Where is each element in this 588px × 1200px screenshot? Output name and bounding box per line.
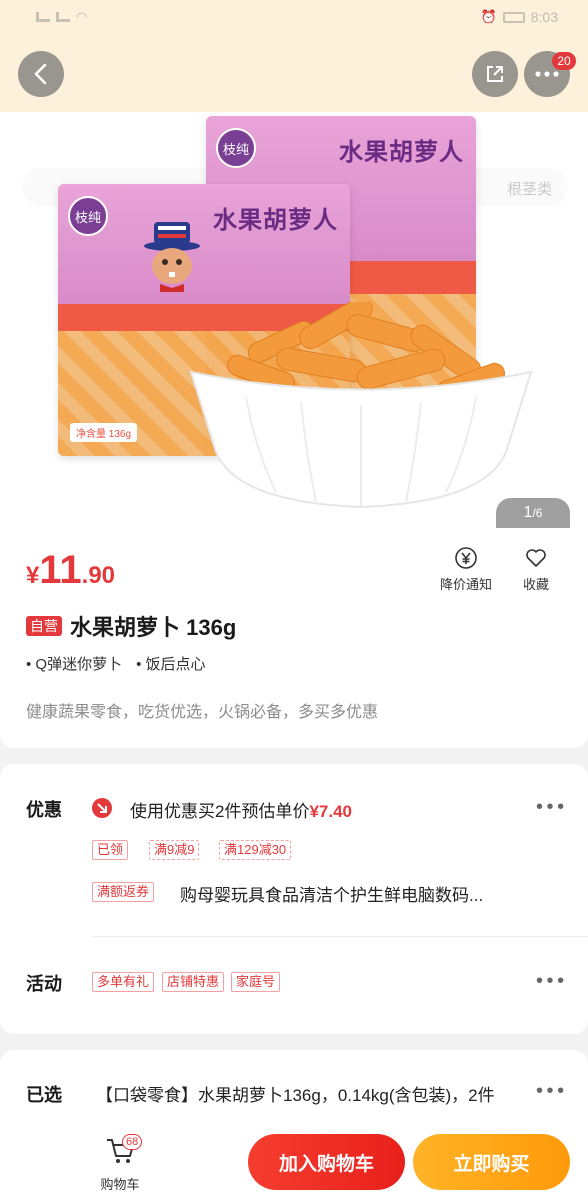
coupon-chip[interactable]: 满129减30 [219, 840, 292, 860]
coupon-chip[interactable]: 满9减9 [149, 840, 200, 860]
brand-logo: 枝纯 [216, 128, 256, 168]
wifi-icon: ◠ [76, 9, 88, 24]
cart-label: 购物车 [100, 1177, 140, 1192]
promo-more-dots[interactable]: • • • [536, 796, 564, 819]
activity-chip[interactable]: 家庭号 [231, 972, 281, 992]
coupon-arrow-icon [92, 798, 112, 818]
product-subtitle: 健康蔬果零食，吃货优选，火锅必备，多买多优惠 [26, 704, 379, 721]
rabbit-mascot-icon [144, 222, 200, 292]
chevron-left-icon [34, 63, 47, 85]
add-to-cart-button[interactable]: 加入购物车 [248, 1134, 405, 1190]
battery-icon [502, 11, 525, 23]
product-price: ¥11.90 [26, 548, 115, 593]
price-integer: 11 [39, 548, 82, 592]
share-button[interactable] [472, 51, 518, 97]
product-title-row: 自营 水果胡萝卜 136g [26, 610, 236, 642]
buy-now-button[interactable]: 立即购买 [413, 1134, 570, 1190]
activity-more-dots[interactable]: • • • [536, 970, 564, 993]
rebate-text[interactable]: 购母婴玩具食品清洁个护生鲜电脑数码... [180, 881, 483, 906]
coupon-estimate[interactable]: 使用优惠买2件预估单价¥7.40 [130, 797, 352, 822]
heart-icon [526, 549, 546, 567]
more-dots-icon [535, 71, 559, 77]
product-tag: • 饭后点心 [136, 656, 206, 673]
status-indicators: ◠ [36, 9, 87, 25]
selected-label: 已选 [26, 1085, 62, 1105]
package-weight: 净含量 136g [70, 423, 138, 442]
price-alert-icon [455, 547, 477, 569]
coupon-chip-claimed[interactable]: 已领 [92, 840, 129, 860]
activity-chip[interactable]: 多单有礼 [92, 972, 155, 992]
promo-label: 优惠 [26, 800, 62, 820]
self-operated-badge: 自营 [26, 616, 62, 636]
coupon-estimate-text: 使用优惠买2件预估单价 [130, 802, 310, 821]
package-title: 水果胡萝人 [213, 207, 338, 234]
divider [92, 936, 588, 937]
coupon-estimate-price: ¥7.40 [309, 802, 353, 821]
back-button[interactable] [18, 51, 64, 97]
status-time: 8:03 [530, 9, 558, 25]
status-right: ⏰ 8:03 [481, 9, 558, 25]
price-alert-label: 降价通知 [439, 577, 492, 592]
message-count-badge: 20 [552, 52, 576, 70]
package-title: 水果胡萝人 [339, 139, 464, 166]
price-alert-button[interactable]: 降价通知 [434, 546, 498, 593]
product-tag: • Q弹迷你萝卜 [26, 656, 123, 673]
status-bar: ◠ ⏰ 8:03 [0, 0, 588, 34]
brand-logo: 枝纯 [68, 196, 108, 236]
alarm-icon: ⏰ [480, 9, 497, 24]
search-hint: 根茎类 [506, 181, 552, 198]
selected-spec-text[interactable]: 【口袋零食】水果胡萝卜136g，0.14kg(含包装)，2件 [96, 1083, 536, 1125]
rebate-chip: 满额返券 [92, 882, 155, 902]
product-tags: • Q弹迷你萝卜 • 饭后点心 [26, 653, 206, 674]
activity-label: 活动 [26, 974, 62, 994]
share-icon [487, 66, 503, 82]
price-currency: ¥ [26, 562, 40, 589]
selected-more-dots[interactable]: • • • [536, 1080, 564, 1103]
price-decimal: .90 [81, 562, 116, 589]
pager-total: /6 [532, 506, 543, 520]
favorite-button[interactable]: 收藏 [504, 546, 568, 593]
cart-count-badge: 68 [122, 1134, 143, 1150]
signal-icon [36, 12, 50, 22]
carrot-bowl-image [189, 302, 533, 509]
activity-chip[interactable]: 店铺特惠 [162, 972, 225, 992]
signal-icon [56, 12, 70, 22]
product-title: 水果胡萝卜 136g [70, 615, 237, 640]
favorite-label: 收藏 [522, 577, 549, 592]
image-pager: 1/6 [496, 498, 570, 528]
